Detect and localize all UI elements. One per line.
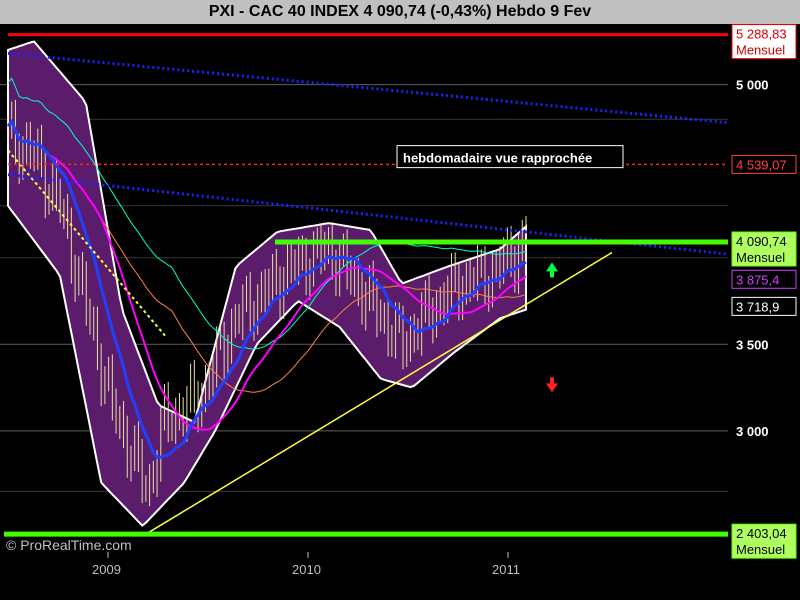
y-tick-label: 3 500 <box>736 337 769 352</box>
watermark: © ProRealTime.com <box>6 537 132 553</box>
chart-frame: PXI - CAC 40 INDEX 4 090,74 (-0,43%) Heb… <box>0 0 800 600</box>
y-tick-label: 5 000 <box>736 78 769 93</box>
price-label-sub: Mensuel <box>736 250 785 265</box>
price-label: 3 875,4 <box>736 272 779 287</box>
price-label: 4 539,07 <box>736 157 787 172</box>
x-tick-label: 2009 <box>92 562 121 577</box>
price-label: 3 718,9 <box>736 299 779 314</box>
price-chart[interactable]: 5 000 3 500 3 000 2009 2010 2011 hebdomadaire … <box>0 0 800 600</box>
price-label: 4 090,74 <box>736 234 787 249</box>
price-label: 2 403,04 <box>736 526 787 541</box>
x-tick-label: 2011 <box>492 562 520 577</box>
y-tick-label: 3 000 <box>736 424 769 439</box>
price-label-sub: Mensuel <box>736 542 785 557</box>
price-label: 5 288,83 <box>736 27 787 42</box>
price-label-sub: Mensuel <box>736 43 785 58</box>
annotation-text: hebdomadaire vue rapprochée <box>403 151 592 166</box>
x-tick-label: 2010 <box>292 562 321 577</box>
